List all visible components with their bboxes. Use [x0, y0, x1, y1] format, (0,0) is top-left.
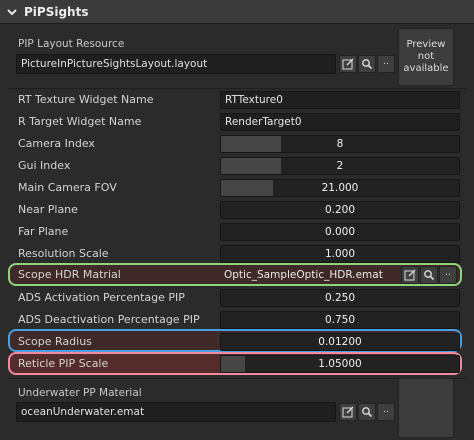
more-label: .. — [383, 405, 389, 415]
resolution-scale-slider[interactable]: 1.000 — [220, 245, 460, 263]
row-label-far-plane: Far Plane — [18, 225, 69, 238]
row-label-reticle-scale: Reticle PIP Scale — [18, 357, 109, 370]
browse-resource-button[interactable] — [358, 55, 376, 73]
ads-activation-value: 0.250 — [324, 292, 356, 304]
row-label-camera-index: Camera Index — [18, 137, 95, 150]
gui-index-value: 2 — [336, 160, 344, 172]
layout-resource-field[interactable]: PictureInPictureSightsLayout.layout — [16, 54, 336, 74]
edit-scope-hdr-button[interactable] — [401, 266, 419, 284]
preview-text: Preview not available — [403, 39, 449, 74]
fov-value: 21.000 — [321, 182, 359, 194]
edit-icon — [404, 269, 416, 281]
rt-texture-input[interactable]: RTTexture0 — [220, 91, 460, 109]
more-scope-hdr-button[interactable]: .. — [439, 266, 457, 284]
more-label: .. — [445, 268, 451, 278]
resolution-scale-value: 1.000 — [324, 248, 356, 260]
scope-radius-value: 0.01200 — [318, 336, 362, 348]
more-resource-button[interactable]: .. — [377, 55, 395, 73]
row-label-resolution-scale: Resolution Scale — [18, 247, 109, 260]
scope-hdr-field[interactable]: Optic_SampleOptic_HDR.emat — [220, 266, 396, 284]
camera-index-slider[interactable]: 8 — [220, 135, 460, 153]
scope-radius-slider[interactable]: 0.01200 — [220, 333, 460, 351]
divider — [8, 88, 466, 89]
section-header[interactable]: PiPSights — [0, 0, 474, 24]
browse-scope-hdr-button[interactable] — [420, 266, 438, 284]
camera-index-value: 8 — [336, 138, 344, 150]
underwater-field[interactable]: oceanUnderwater.emat — [16, 402, 336, 422]
preview-top: Preview not available — [398, 28, 454, 86]
fov-slider[interactable]: 21.000 — [220, 179, 460, 197]
underwater-label: Underwater PP Material — [18, 387, 142, 399]
ads-deactivation-slider[interactable]: 0.750 — [220, 311, 460, 329]
edit-icon — [342, 406, 354, 418]
more-underwater-button[interactable]: .. — [377, 403, 395, 421]
render-target-value: RenderTarget0 — [225, 116, 302, 128]
row-label-render-target: R Target Widget Name — [18, 115, 142, 128]
edit-underwater-button[interactable] — [339, 403, 357, 421]
row-label-scope-hdr: Scope HDR Matrial — [18, 268, 121, 281]
preview-bottom — [398, 378, 454, 438]
browse-underwater-button[interactable] — [358, 403, 376, 421]
search-icon — [362, 59, 373, 70]
layout-resource-value: PictureInPictureSightsLayout.layout — [21, 58, 208, 70]
gui-index-slider[interactable]: 2 — [220, 157, 460, 175]
near-plane-slider[interactable]: 0.200 — [220, 201, 460, 219]
chevron-down-icon[interactable] — [6, 6, 18, 18]
row-label-ads-activation: ADS Activation Percentage PIP — [18, 291, 185, 304]
render-target-input[interactable]: RenderTarget0 — [220, 113, 460, 131]
near-plane-value: 0.200 — [324, 204, 356, 216]
ads-activation-slider[interactable]: 0.250 — [220, 289, 460, 307]
rt-texture-value: RTTexture0 — [225, 94, 283, 106]
row-label-ads-deactivation: ADS Deactivation Percentage PIP — [18, 313, 200, 326]
more-label: .. — [383, 57, 389, 67]
row-label-rt-texture: RT Texture Widget Name — [18, 93, 154, 106]
row-label-scope-radius: Scope Radius — [18, 335, 92, 348]
far-plane-value: 0.000 — [324, 226, 356, 238]
scope-hdr-value: Optic_SampleOptic_HDR.emat — [224, 269, 383, 281]
reticle-scale-value: 1.05000 — [318, 358, 362, 370]
row-label-near-plane: Near Plane — [18, 203, 78, 216]
edit-resource-button[interactable] — [339, 55, 357, 73]
search-icon — [424, 270, 435, 281]
row-label-gui-index: Gui Index — [18, 159, 71, 172]
ads-deactivation-value: 0.750 — [324, 314, 356, 326]
underwater-value: oceanUnderwater.emat — [21, 406, 145, 418]
layout-resource-label: PIP Layout Resource — [18, 38, 125, 50]
row-label-fov: Main Camera FOV — [18, 181, 117, 194]
edit-icon — [342, 58, 354, 70]
search-icon — [362, 407, 373, 418]
section-title: PiPSights — [24, 4, 89, 19]
far-plane-slider[interactable]: 0.000 — [220, 223, 460, 241]
reticle-scale-slider[interactable]: 1.05000 — [220, 355, 460, 373]
